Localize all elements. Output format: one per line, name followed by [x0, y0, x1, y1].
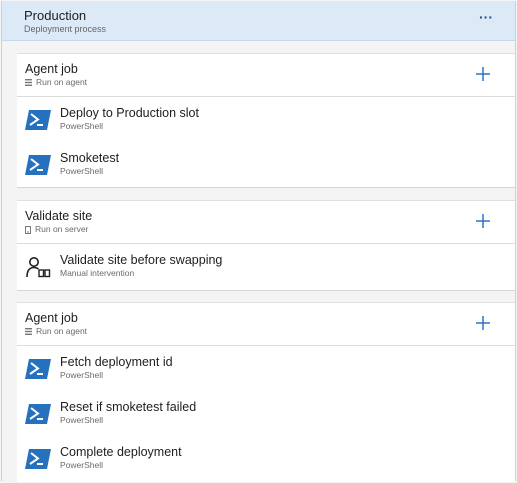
add-task-icon[interactable]	[475, 66, 491, 82]
task-item[interactable]: Complete deployment PowerShell	[17, 436, 515, 481]
phase-title: Agent job	[25, 311, 78, 325]
phase-title: Agent job	[25, 62, 78, 76]
task-name: Fetch deployment id	[60, 355, 173, 369]
task-item[interactable]: Smoketest PowerShell	[17, 142, 515, 187]
phase-title: Validate site	[25, 209, 93, 223]
task-type: PowerShell	[60, 460, 103, 470]
phase-subtitle: Run on agent	[36, 326, 88, 336]
phase-header[interactable]: Agent job Run on agent	[17, 54, 515, 97]
powershell-icon	[25, 359, 51, 379]
stage-title: Production	[24, 8, 87, 23]
add-task-icon[interactable]	[475, 315, 491, 331]
task-type: Manual intervention	[60, 268, 135, 278]
stage-subtitle: Deployment process	[24, 24, 107, 34]
list-icon	[25, 79, 32, 86]
release-pipeline-panel: Production Deployment process ··· Agent …	[1, 1, 516, 482]
task-name: Smoketest	[60, 151, 120, 165]
powershell-icon	[25, 404, 51, 424]
task-item[interactable]: Reset if smoketest failed PowerShell	[17, 391, 515, 436]
phase-subtitle-row: Run on agent	[25, 326, 515, 337]
task-type: PowerShell	[60, 121, 103, 131]
list-icon	[25, 328, 32, 335]
phase-subtitle-row: Run on server	[25, 224, 515, 235]
stage-header[interactable]: Production Deployment process ···	[2, 1, 515, 41]
task-name: Deploy to Production slot	[60, 106, 199, 120]
manual-intervention-icon	[26, 257, 51, 278]
phase-subtitle: Run on server	[35, 224, 89, 234]
task-type: PowerShell	[60, 415, 103, 425]
phase-header[interactable]: Validate site Run on server	[17, 201, 515, 244]
task-type: PowerShell	[60, 166, 103, 176]
more-actions-button[interactable]: ···	[479, 10, 493, 24]
powershell-icon	[25, 110, 51, 130]
task-name: Reset if smoketest failed	[60, 400, 197, 414]
add-task-icon[interactable]	[475, 213, 491, 229]
task-item[interactable]: Validate site before swapping Manual int…	[17, 244, 515, 289]
phase-subtitle: Run on agent	[36, 77, 88, 87]
task-name: Validate site before swapping	[60, 253, 223, 267]
phase-agent-job-2: Agent job Run on agent Fetch deployment …	[17, 302, 515, 482]
phase-agent-job-1: Agent job Run on agent Deploy to Product…	[17, 53, 515, 188]
task-name: Complete deployment	[60, 445, 182, 459]
task-type: PowerShell	[60, 370, 103, 380]
server-icon	[25, 225, 31, 234]
powershell-icon	[25, 155, 51, 175]
task-item[interactable]: Deploy to Production slot PowerShell	[17, 97, 515, 142]
powershell-icon	[25, 449, 51, 469]
phase-subtitle-row: Run on agent	[25, 77, 515, 88]
phase-validate-site: Validate site Run on server Validate sit	[17, 200, 515, 291]
task-item[interactable]: Fetch deployment id PowerShell	[17, 346, 515, 391]
phase-header[interactable]: Agent job Run on agent	[17, 303, 515, 346]
